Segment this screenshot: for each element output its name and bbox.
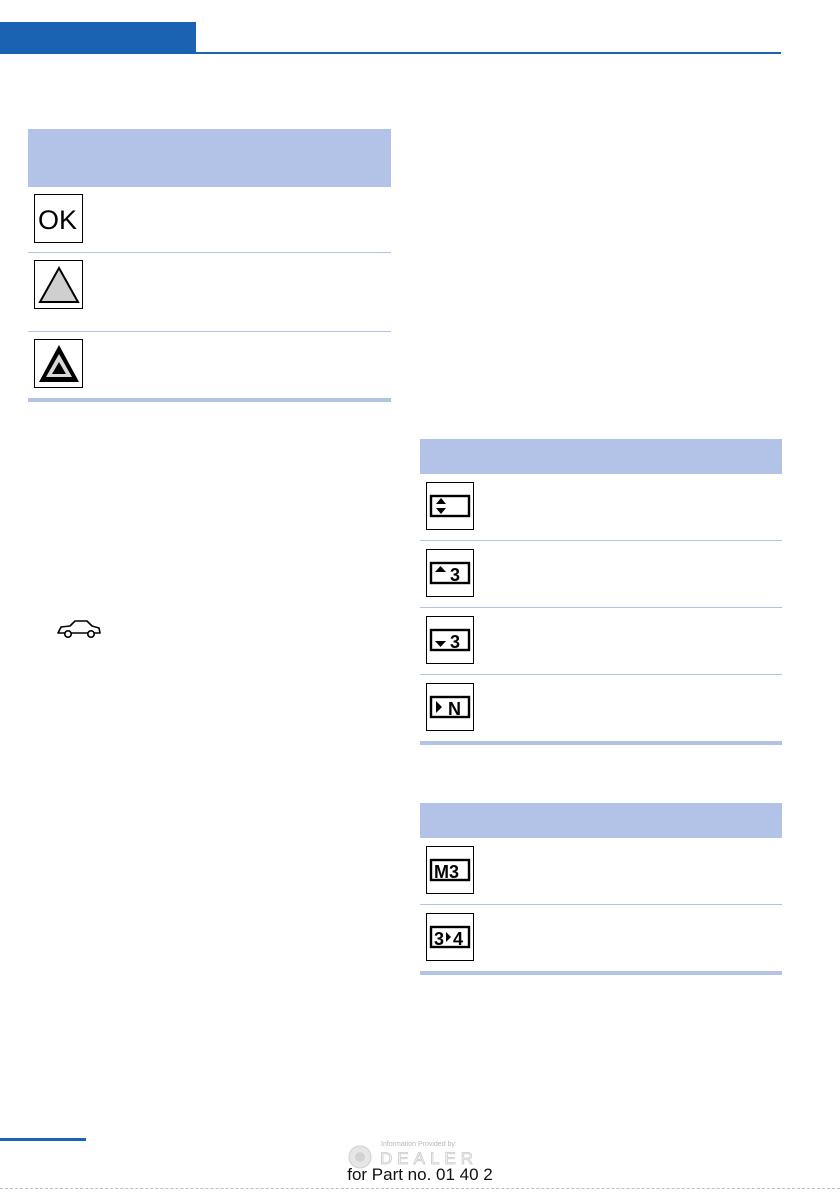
table-row: M3 [420,837,782,904]
svg-text:3: 3 [434,929,444,949]
status-symbol-table: OK [28,129,391,402]
svg-text:4: 4 [453,929,463,949]
table-row [28,252,391,331]
manual-mode-table: M3 3 4 [420,803,782,975]
warning-triangle-light-icon [34,260,83,309]
part-number: for Part no. 01 40 2 [347,1165,493,1184]
table-row [28,331,391,398]
table-row: 3 [420,607,782,674]
svg-text:3: 3 [450,565,460,585]
svg-text:M3: M3 [434,862,459,882]
upshift-gear-3-icon: 3 [426,549,474,597]
table-row: N [420,674,782,741]
svg-text:OK: OK [38,205,77,234]
table-row: OK [28,186,391,252]
watermark-line1: Information Provided by: [381,1141,457,1148]
gear-change-3-to-4-icon: 3 4 [426,913,474,961]
table-header [420,803,782,837]
manual-gear-m3-icon: M3 [426,846,474,894]
warning-triangle-dark-icon [34,339,83,388]
table-header [28,129,391,186]
table-row: 3 [420,540,782,607]
table-row: 3 4 [420,904,782,971]
car-outline-icon [57,620,101,639]
table-footer-rule [28,398,391,402]
table-header [420,439,782,473]
page-trim-line [0,1188,840,1189]
svg-text:3: 3 [450,632,460,652]
shift-to-neutral-icon: N [426,683,474,731]
ok-indicator-icon: OK [34,194,83,243]
table-row [420,473,782,540]
table-footer-rule [420,971,782,975]
downshift-gear-3-icon: 3 [426,616,474,664]
svg-text:N: N [448,699,461,719]
table-footer-rule [420,741,782,745]
shift-up-down-icon [426,482,474,530]
chapter-tab [0,22,196,54]
gear-shift-table: 3 3 N [420,439,782,745]
footer-rule [0,1138,86,1141]
header-rule [196,52,781,54]
